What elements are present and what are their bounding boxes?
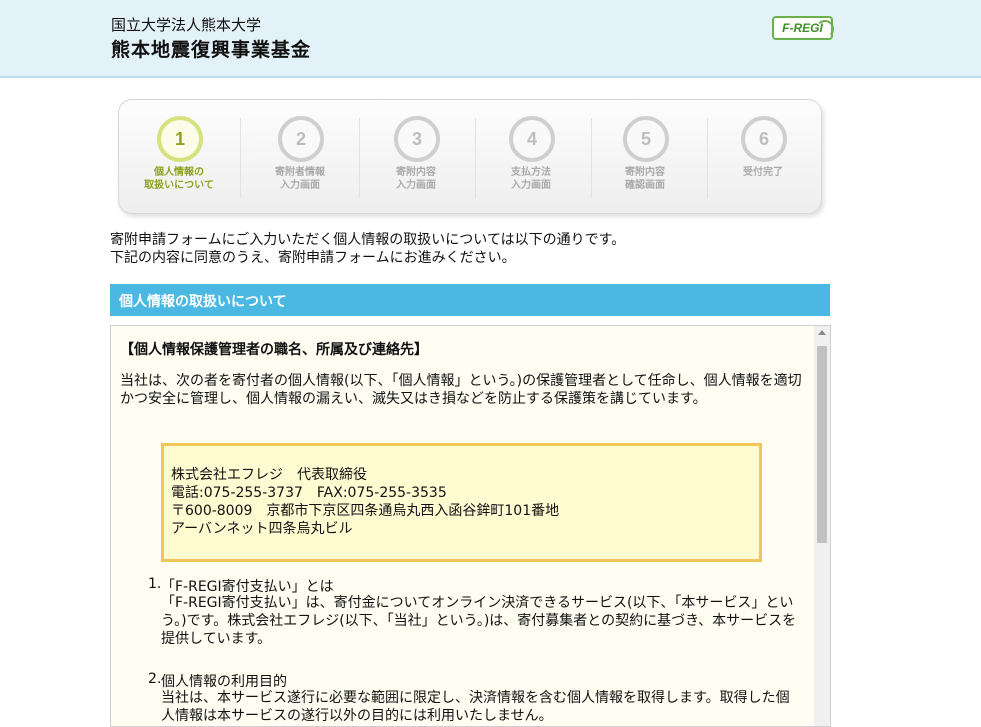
vertical-scrollbar[interactable] xyxy=(814,326,830,726)
step-number-circle: 6 xyxy=(741,116,787,162)
section-header: 個人情報の取扱いについて xyxy=(110,284,830,316)
logo-arc-icon xyxy=(816,20,834,38)
step-label: 寄附内容 入力画面 xyxy=(396,167,436,191)
list-item-number: 1. xyxy=(148,576,162,592)
list-item-title: 個人情報の利用目的 xyxy=(161,674,287,690)
step-label: 受付完了 xyxy=(743,167,783,178)
list-item-number: 2. xyxy=(148,671,162,687)
intro-line-1: 寄附申請フォームにご入力いただく個人情報の取扱いについては以下の通りです。 xyxy=(110,232,626,248)
scroll-thumb[interactable] xyxy=(817,346,827,543)
contact-address-box: 株式会社エフレジ 代表取締役 電話:075-255-3737 FAX:075-2… xyxy=(161,443,762,562)
step-number-circle: 2 xyxy=(278,116,324,162)
scroll-up-arrow-icon[interactable] xyxy=(818,330,826,335)
list-item-body: 当社は、本サービス遂行に必要な範囲に限定し、決済情報を含む個人情報を取得します。… xyxy=(161,690,790,724)
address-line-3: 〒600-8009 京都市下京区四条通烏丸西入函谷鉾町101番地 xyxy=(171,503,560,519)
intro-text: 寄附申請フォームにご入力いただく個人情報の取扱いについては以下の通りです。 下記… xyxy=(110,231,625,267)
step-3: 3 寄附内容 入力画面 xyxy=(358,100,474,213)
fund-name: 熊本地震復興事業基金 xyxy=(111,39,312,61)
step-number-circle: 1 xyxy=(157,116,203,162)
intro-line-2: 下記の内容に同意のうえ、寄附申請フォームにお進みください。 xyxy=(110,250,516,266)
address-line-2: 電話:075-255-3737 FAX:075-255-3535 xyxy=(171,485,447,501)
list-item-body: 「F-REGI寄付支払い」は、寄付金についてオンライン決済できるサービス(以下、… xyxy=(161,595,797,647)
page-header: 国立大学法人熊本大学 熊本地震復興事業基金 F-REGI xyxy=(0,0,981,78)
section-title: 個人情報の取扱いについて xyxy=(119,294,287,310)
address-line-4: アーバンネット四条烏丸ビル xyxy=(171,521,353,537)
f-regi-logo: F-REGI xyxy=(772,16,834,40)
step-5: 5 寄附内容 確認画面 xyxy=(587,100,703,213)
org-name: 国立大学法人熊本大学 xyxy=(111,16,262,34)
policy-heading: 【個人情報保護管理者の職名、所属及び連絡先】 xyxy=(120,342,428,358)
step-divider xyxy=(240,118,241,198)
step-number-circle: 4 xyxy=(509,116,555,162)
step-number-circle: 3 xyxy=(394,116,440,162)
step-6: 6 受付完了 xyxy=(705,100,821,213)
step-label: 支払方法 入力画面 xyxy=(511,167,551,191)
step-4: 4 支払方法 入力画面 xyxy=(473,100,589,213)
list-item-title: 「F-REGI寄付支払い」とは xyxy=(161,579,334,595)
step-2: 2 寄附者情報 入力画面 xyxy=(242,100,358,213)
policy-paragraph: 当社は、次の者を寄付者の個人情報(以下、「個人情報」という。)の保護管理者として… xyxy=(120,373,802,407)
privacy-policy-scroll-box[interactable]: 【個人情報保護管理者の職名、所属及び連絡先】 当社は、次の者を寄付者の個人情報(… xyxy=(110,325,831,727)
step-label: 寄附者情報 入力画面 xyxy=(275,167,325,191)
step-number-circle: 5 xyxy=(623,116,669,162)
step-1: 1 個人情報の 取扱いについて xyxy=(121,100,237,213)
step-label: 寄附内容 確認画面 xyxy=(625,167,665,191)
step-label: 個人情報の 取扱いについて xyxy=(144,167,214,191)
progress-steps: 1 個人情報の 取扱いについて 2 寄附者情報 入力画面 3 寄附内容 入力画面… xyxy=(118,99,822,214)
address-line-1: 株式会社エフレジ 代表取締役 xyxy=(171,467,367,483)
